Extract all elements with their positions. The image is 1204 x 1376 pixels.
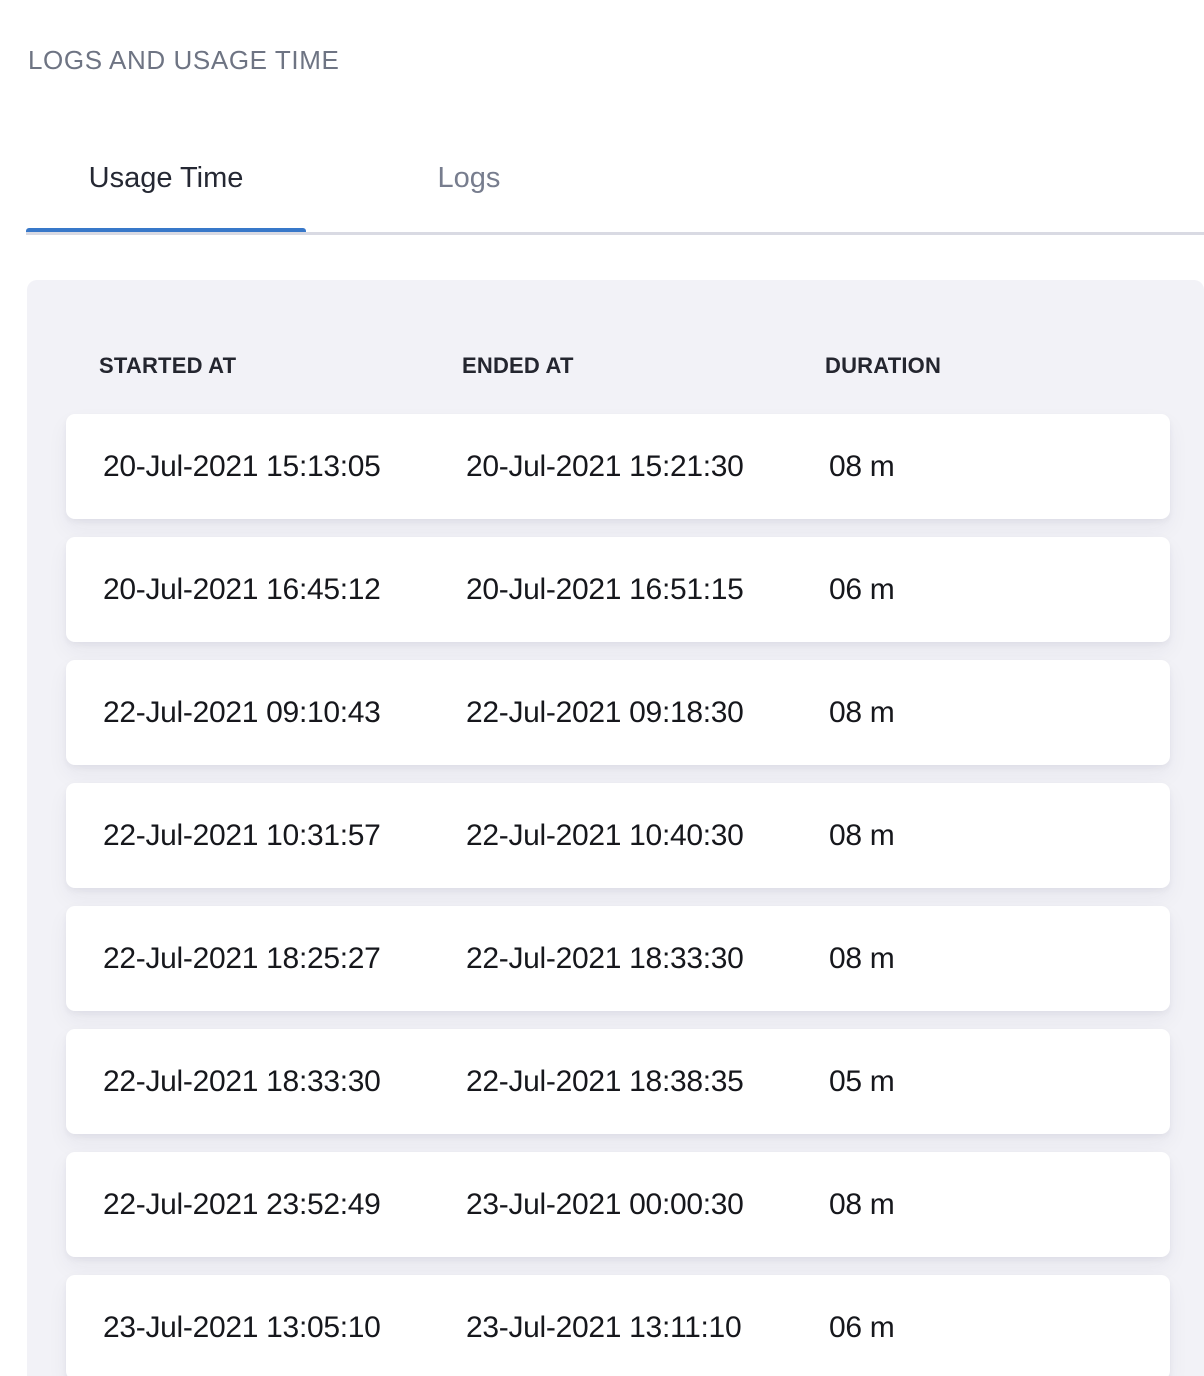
cell-ended-at: 20-Jul-2021 16:51:15 bbox=[466, 573, 829, 607]
column-header-started-at: STARTED AT bbox=[99, 353, 462, 379]
cell-started-at: 22-Jul-2021 18:25:27 bbox=[103, 942, 466, 976]
cell-started-at: 22-Jul-2021 23:52:49 bbox=[103, 1188, 466, 1222]
cell-duration: 08 m bbox=[829, 819, 1170, 853]
tab-logs[interactable]: Logs bbox=[306, 150, 632, 232]
cell-started-at: 22-Jul-2021 18:33:30 bbox=[103, 1065, 466, 1099]
cell-started-at: 20-Jul-2021 15:13:05 bbox=[103, 450, 466, 484]
table-body: 20-Jul-2021 15:13:05 20-Jul-2021 15:21:3… bbox=[27, 414, 1204, 1376]
table-row: 23-Jul-2021 13:05:10 23-Jul-2021 13:11:1… bbox=[66, 1275, 1170, 1376]
table-row: 22-Jul-2021 18:25:27 22-Jul-2021 18:33:3… bbox=[66, 906, 1170, 1011]
cell-duration: 06 m bbox=[829, 573, 1170, 607]
cell-duration: 05 m bbox=[829, 1065, 1170, 1099]
tab-bar: Usage Time Logs bbox=[26, 150, 1204, 235]
cell-duration: 08 m bbox=[829, 696, 1170, 730]
tab-logs-label: Logs bbox=[438, 161, 501, 195]
tab-usage-time[interactable]: Usage Time bbox=[26, 150, 306, 232]
column-header-duration: DURATION bbox=[825, 353, 1204, 379]
table-row: 22-Jul-2021 18:33:30 22-Jul-2021 18:38:3… bbox=[66, 1029, 1170, 1134]
cell-ended-at: 22-Jul-2021 18:38:35 bbox=[466, 1065, 829, 1099]
cell-started-at: 22-Jul-2021 10:31:57 bbox=[103, 819, 466, 853]
cell-ended-at: 20-Jul-2021 15:21:30 bbox=[466, 450, 829, 484]
cell-duration: 08 m bbox=[829, 450, 1170, 484]
cell-ended-at: 23-Jul-2021 00:00:30 bbox=[466, 1188, 829, 1222]
cell-started-at: 23-Jul-2021 13:05:10 bbox=[103, 1311, 466, 1345]
cell-ended-at: 22-Jul-2021 09:18:30 bbox=[466, 696, 829, 730]
cell-ended-at: 22-Jul-2021 18:33:30 bbox=[466, 942, 829, 976]
cell-duration: 08 m bbox=[829, 942, 1170, 976]
cell-duration: 06 m bbox=[829, 1311, 1170, 1345]
cell-ended-at: 23-Jul-2021 13:11:10 bbox=[466, 1311, 829, 1345]
page-title: LOGS AND USAGE TIME bbox=[28, 45, 339, 75]
table-row: 20-Jul-2021 15:13:05 20-Jul-2021 15:21:3… bbox=[66, 414, 1170, 519]
table-row: 22-Jul-2021 10:31:57 22-Jul-2021 10:40:3… bbox=[66, 783, 1170, 888]
cell-started-at: 20-Jul-2021 16:45:12 bbox=[103, 573, 466, 607]
usage-time-panel: STARTED AT ENDED AT DURATION 20-Jul-2021… bbox=[27, 280, 1204, 1376]
table-row: 22-Jul-2021 09:10:43 22-Jul-2021 09:18:3… bbox=[66, 660, 1170, 765]
table-row: 20-Jul-2021 16:45:12 20-Jul-2021 16:51:1… bbox=[66, 537, 1170, 642]
table-row: 22-Jul-2021 23:52:49 23-Jul-2021 00:00:3… bbox=[66, 1152, 1170, 1257]
tab-usage-time-label: Usage Time bbox=[89, 161, 244, 195]
active-tab-indicator bbox=[26, 228, 306, 232]
cell-duration: 08 m bbox=[829, 1188, 1170, 1222]
table-header-row: STARTED AT ENDED AT DURATION bbox=[27, 280, 1204, 379]
cell-started-at: 22-Jul-2021 09:10:43 bbox=[103, 696, 466, 730]
cell-ended-at: 22-Jul-2021 10:40:30 bbox=[466, 819, 829, 853]
column-header-ended-at: ENDED AT bbox=[462, 353, 825, 379]
